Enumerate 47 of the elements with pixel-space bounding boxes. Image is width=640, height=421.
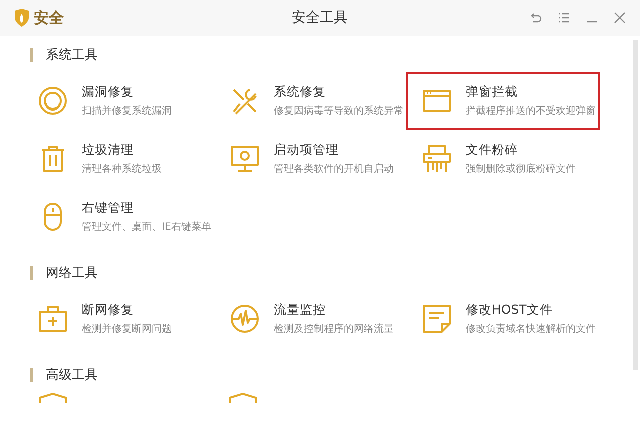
monitor-icon: [230, 144, 260, 174]
tool-description: 管理文件、桌面、IE右键菜单: [82, 220, 212, 234]
tool-item[interactable]: 漏洞修复 扫描并修复系统漏洞: [22, 72, 214, 130]
close-icon[interactable]: [614, 12, 626, 24]
ring-icon: [38, 86, 68, 116]
tool-description: 扫描并修复系统漏洞: [82, 104, 172, 118]
tool-item[interactable]: 修改HOST文件 修改负责域名快速解析的文件: [406, 290, 600, 348]
back-arrow-icon[interactable]: [530, 12, 542, 24]
tool-description: 检测并修复断网问题: [82, 322, 172, 336]
section-title: 网络工具: [46, 265, 98, 282]
tool-name: 文件粉碎: [466, 142, 519, 159]
tool-description: 管理各类软件的开机自启动: [274, 162, 394, 176]
tool-item[interactable]: 弹窗拦截 拦截程序推送的不受欢迎弹窗: [406, 72, 600, 130]
tool-description: 清理各种系统垃圾: [82, 162, 162, 176]
tool-item[interactable]: 启动项管理 管理各类软件的开机自启动: [214, 130, 406, 188]
tool-name: 修改HOST文件: [466, 302, 554, 319]
tool-item[interactable]: 垃圾清理 清理各种系统垃圾: [22, 130, 214, 188]
tool-name: 垃圾清理: [82, 142, 135, 159]
arch-icon: [38, 392, 68, 404]
medkit-icon: [38, 304, 68, 334]
tool-description: 修改负责域名快速解析的文件: [466, 322, 596, 336]
app-logo-text: 安全: [34, 8, 64, 28]
shredder-icon: [422, 144, 452, 174]
tool-name: 启动项管理: [274, 142, 340, 159]
tool-description: 拦截程序推送的不受欢迎弹窗: [466, 104, 596, 118]
tool-description: 强制删除或彻底粉碎文件: [466, 162, 576, 176]
tool-name: 漏洞修复: [82, 84, 135, 101]
tool-item[interactable]: 右键管理 管理文件、桌面、IE右键菜单: [22, 188, 214, 246]
tool-name: 右键管理: [82, 200, 135, 217]
section-title: 高级工具: [46, 367, 98, 384]
section-title: 系统工具: [46, 47, 98, 64]
tool-item[interactable]: 流量监控 检测及控制程序的网络流量: [214, 290, 406, 348]
tool-item[interactable]: 文件粉碎 强制删除或彻底粉碎文件: [406, 130, 600, 188]
tool-name: 流量监控: [274, 302, 327, 319]
shield-logo-icon: [14, 9, 30, 27]
menu-icon[interactable]: [558, 12, 570, 24]
tool-description: 修复因病毒等导致的系统异常: [274, 104, 404, 118]
tool-item[interactable]: 断网修复 检测并修复断网问题: [22, 290, 214, 348]
note-icon: [422, 304, 452, 334]
arch-icon: [228, 392, 258, 404]
window-title: 安全工具: [291, 9, 349, 27]
pulse-icon: [230, 304, 260, 334]
tool-name: 断网修复: [82, 302, 135, 319]
tool-name: 弹窗拦截: [466, 84, 519, 101]
tool-item[interactable]: 系统修复 修复因病毒等导致的系统异常: [214, 72, 406, 130]
tool-description: 检测及控制程序的网络流量: [274, 322, 394, 336]
tool-name: 系统修复: [274, 84, 327, 101]
